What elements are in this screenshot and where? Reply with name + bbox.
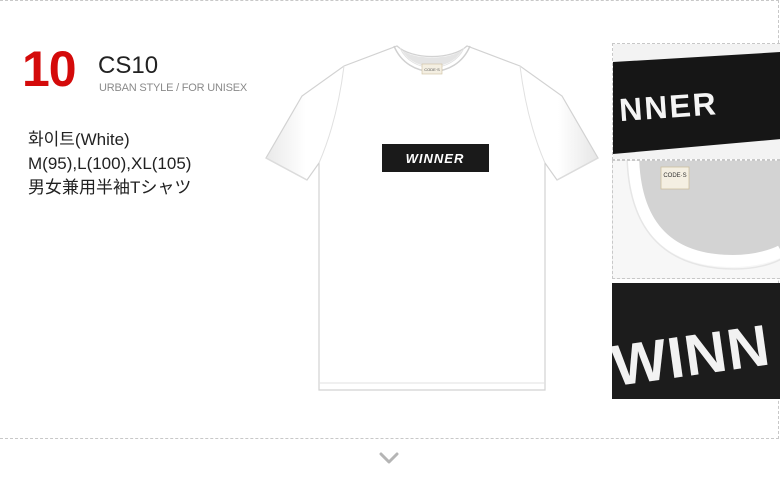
tshirt-image: CODE·S WINNER: [265, 45, 599, 391]
product-info: 화이트(White) M(95),L(100),XL(105) 男女兼用半袖Tシ…: [28, 128, 191, 200]
detail-thumbnail-print-closeup[interactable]: WINN: [612, 283, 780, 399]
description-line: 男女兼用半袖Tシャツ: [28, 178, 192, 197]
color-line: 화이트(White): [28, 130, 130, 149]
detail-collar-tag: CODE·S: [663, 173, 686, 179]
detail-thumbnail-collar[interactable]: CODE·S: [612, 160, 780, 279]
detail-print-text: NNER: [618, 85, 719, 128]
product-tagline: URBAN STYLE / FOR UNISEX: [99, 82, 248, 94]
winner-print-text: WINNER: [406, 151, 465, 166]
chevron-down-icon[interactable]: [379, 452, 399, 466]
neck-label-text: CODE·S: [424, 67, 440, 72]
size-line: M(95),L(100),XL(105): [28, 154, 192, 173]
product-number: 10: [22, 41, 77, 97]
neck-label: CODE·S: [421, 63, 443, 75]
product-code: CS10: [98, 52, 159, 79]
detail-thumbnail-print[interactable]: NNER: [612, 43, 780, 160]
